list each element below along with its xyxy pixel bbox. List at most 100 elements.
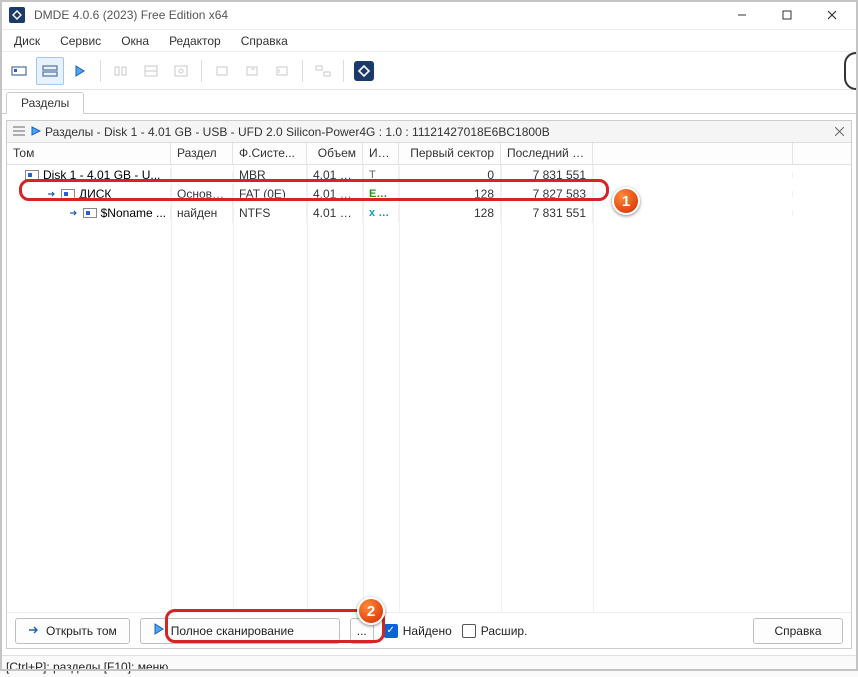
window-controls <box>719 1 854 29</box>
open-volume-label: Открыть том <box>46 624 117 638</box>
col-ind[interactable]: Ин... <box>363 143 399 164</box>
panel-header: Разделы - Disk 1 - 4.01 GB - USB - UFD 2… <box>7 121 851 143</box>
play-icon <box>153 623 165 638</box>
found-checkbox[interactable]: ✓ Найдено <box>384 624 452 638</box>
menu-disk[interactable]: Диск <box>4 32 50 50</box>
more-button[interactable]: ... <box>350 618 374 644</box>
cell-ind: EB F <box>363 185 399 203</box>
tb-open-disk-icon[interactable] <box>6 57 34 85</box>
col-first[interactable]: Первый сектор <box>399 143 501 164</box>
cell-tom: Disk 1 - 4.01 GB - U... <box>7 168 171 182</box>
panel-bottom-bar: Открыть том Полное сканирование ... ✓ На… <box>7 612 851 648</box>
open-volume-button[interactable]: Открыть том <box>15 618 130 644</box>
cell-vol: 4.01 GB <box>307 184 363 204</box>
drive-icon <box>83 208 97 218</box>
cell-last: 7 831 551 <box>501 165 593 185</box>
toolbar <box>0 52 858 90</box>
separator <box>100 60 101 82</box>
tb-tool1-icon[interactable] <box>107 57 135 85</box>
cell-part: найден <box>171 203 233 223</box>
tb-tool2-icon[interactable] <box>137 57 165 85</box>
cell-fs: MBR <box>233 165 307 185</box>
partitions-grid[interactable]: Том Раздел Ф.Систе... Объем Ин... Первый… <box>7 143 851 612</box>
cell-rest <box>593 210 793 216</box>
cell-ind: T <box>363 166 399 184</box>
table-row[interactable]: $Noname ... найденNTFS4.01 GBx CF1287 831… <box>7 203 851 222</box>
table-row[interactable]: ДИСК Основн...FAT (0E)4.01 GBEB F1287 827… <box>7 184 851 203</box>
col-tom[interactable]: Том <box>7 143 171 164</box>
menu-windows[interactable]: Окна <box>111 32 159 50</box>
tab-partitions[interactable]: Разделы <box>6 92 84 114</box>
cell-last: 7 831 551 <box>501 203 593 223</box>
cell-vol: 4.01 GB <box>307 165 363 185</box>
grid-header: Том Раздел Ф.Систе... Объем Ин... Первый… <box>7 143 851 165</box>
col-fs[interactable]: Ф.Систе... <box>233 143 307 164</box>
cell-rest <box>593 172 793 178</box>
full-scan-label: Полное сканирование <box>171 624 294 638</box>
full-scan-button[interactable]: Полное сканирование <box>140 618 340 644</box>
help-button[interactable]: Справка <box>753 618 843 644</box>
drive-icon <box>25 170 39 180</box>
arrow-right-icon <box>28 624 40 638</box>
found-label: Найдено <box>403 624 452 638</box>
toolbar-overflow <box>844 52 858 90</box>
status-text: [Ctrl+P]: разделы [F10]: меню <box>6 660 168 674</box>
tb-play-icon[interactable] <box>66 57 94 85</box>
col-last[interactable]: Последний с... <box>501 143 593 164</box>
checkbox-icon <box>462 624 476 638</box>
menu-service[interactable]: Сервис <box>50 32 111 50</box>
cell-rest <box>593 191 793 197</box>
arrow-right-icon <box>69 208 79 218</box>
tb-tool6-icon[interactable] <box>268 57 296 85</box>
panel-close-button[interactable] <box>831 124 847 140</box>
tb-tool7-icon[interactable] <box>309 57 337 85</box>
ext-checkbox[interactable]: Расшир. <box>462 624 528 638</box>
cell-tom: $Noname ... <box>7 206 171 220</box>
list-icon <box>13 125 25 139</box>
window-title: DMDE 4.0.6 (2023) Free Edition x64 <box>34 8 228 22</box>
cell-part <box>171 172 233 178</box>
cell-first: 128 <box>399 184 501 204</box>
separator <box>343 60 344 82</box>
title-bar: DMDE 4.0.6 (2023) Free Edition x64 <box>0 0 858 30</box>
tb-tool3-icon[interactable] <box>167 57 195 85</box>
col-vol[interactable]: Объем <box>307 143 363 164</box>
tb-tool4-icon[interactable] <box>208 57 236 85</box>
partitions-panel: Разделы - Disk 1 - 4.01 GB - USB - UFD 2… <box>6 120 852 649</box>
cell-first: 0 <box>399 165 501 185</box>
close-button[interactable] <box>809 1 854 29</box>
cell-vol: 4.01 GB <box>307 203 363 223</box>
tb-tool5-icon[interactable] <box>238 57 266 85</box>
col-rest <box>593 143 793 164</box>
cell-ind: x CF <box>363 204 399 222</box>
maximize-button[interactable] <box>764 1 809 29</box>
cell-first: 128 <box>399 203 501 223</box>
help-label: Справка <box>774 624 821 638</box>
cell-fs: FAT (0E) <box>233 184 307 204</box>
tom-label: Disk 1 - 4.01 GB - U... <box>43 168 160 182</box>
checkbox-icon: ✓ <box>384 624 398 638</box>
arrow-right-icon <box>47 189 57 199</box>
minimize-button[interactable] <box>719 1 764 29</box>
separator <box>302 60 303 82</box>
separator <box>201 60 202 82</box>
menu-help[interactable]: Справка <box>231 32 298 50</box>
cell-part: Основн... <box>171 184 233 204</box>
col-part[interactable]: Раздел <box>171 143 233 164</box>
menu-bar: Диск Сервис Окна Редактор Справка <box>0 30 858 52</box>
tab-strip: Разделы <box>0 90 858 114</box>
table-row[interactable]: Disk 1 - 4.01 GB - U... MBR4.01 GBT07 831… <box>7 165 851 184</box>
play-icon <box>31 125 41 139</box>
drive-icon <box>61 189 75 199</box>
tb-logo-icon[interactable] <box>350 57 378 85</box>
tb-partitions-icon[interactable] <box>36 57 64 85</box>
cell-last: 7 827 583 <box>501 184 593 204</box>
tom-label: $Noname ... <box>101 206 166 220</box>
panel-title: Разделы - Disk 1 - 4.01 GB - USB - UFD 2… <box>45 125 550 139</box>
tom-label: ДИСК <box>79 187 111 201</box>
ext-label: Расшир. <box>481 624 528 638</box>
cell-tom: ДИСК <box>7 187 171 201</box>
menu-editor[interactable]: Редактор <box>159 32 231 50</box>
cell-fs: NTFS <box>233 203 307 223</box>
app-logo-icon <box>8 6 26 24</box>
